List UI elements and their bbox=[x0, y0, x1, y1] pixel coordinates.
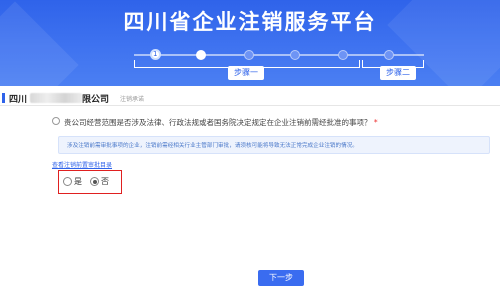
step-dot-2 bbox=[196, 50, 206, 60]
header-banner: 四川省企业注销服务平台 1 步骤一 步骤二 bbox=[0, 0, 500, 86]
catalog-link[interactable]: 查看注销前置审批目录 bbox=[52, 160, 112, 169]
radio-yes[interactable] bbox=[63, 177, 72, 186]
step-one-label: 步骤一 bbox=[228, 66, 264, 80]
radio-no-label[interactable]: 否 bbox=[101, 176, 109, 187]
company-name-redacted bbox=[30, 93, 82, 103]
step-dot-5 bbox=[338, 50, 348, 60]
next-button[interactable]: 下一步 bbox=[258, 270, 304, 286]
radio-no[interactable] bbox=[90, 177, 99, 186]
step-dot-1: 1 bbox=[150, 49, 161, 60]
step-two-label: 步骤二 bbox=[380, 66, 416, 80]
radio-yes-label[interactable]: 是 bbox=[74, 176, 82, 187]
progress-line bbox=[134, 54, 424, 56]
answer-radio-group: 是 否 bbox=[58, 170, 122, 194]
step-dot-6 bbox=[384, 50, 394, 60]
company-name-prefix: 四川 bbox=[9, 95, 28, 105]
company-bar: 四川 限公司 注销承诺 bbox=[0, 90, 500, 106]
required-mark: * bbox=[373, 118, 378, 127]
page-title: 四川省企业注销服务平台 bbox=[123, 10, 377, 34]
company-subtitle: 注销承诺 bbox=[120, 96, 145, 103]
question-text: 贵公司经营范围是否涉及法律、行政法规或者国务院决定规定在企业注销前需经批准的事项… bbox=[64, 117, 378, 128]
company-bar-accent bbox=[2, 93, 5, 103]
company-name-suffix: 限公司 bbox=[82, 95, 110, 105]
step-dot-3 bbox=[244, 50, 254, 60]
notice-box: 涉及注销前需审批事项的企业，注销前需经相关行业主管部门审批，请须核可能将导致无法… bbox=[58, 136, 490, 154]
question-label: 贵公司经营范围是否涉及法律、行政法规或者国务院决定规定在企业注销前需经批准的事项… bbox=[64, 118, 372, 127]
step-dot-4 bbox=[290, 50, 300, 60]
step-dot-1-mark: 1 bbox=[153, 50, 158, 58]
notice-text: 涉及注销前需审批事项的企业，注销前需经相关行业主管部门审批，请须核可能将导致无法… bbox=[67, 143, 358, 149]
question-circle-icon bbox=[52, 117, 60, 125]
